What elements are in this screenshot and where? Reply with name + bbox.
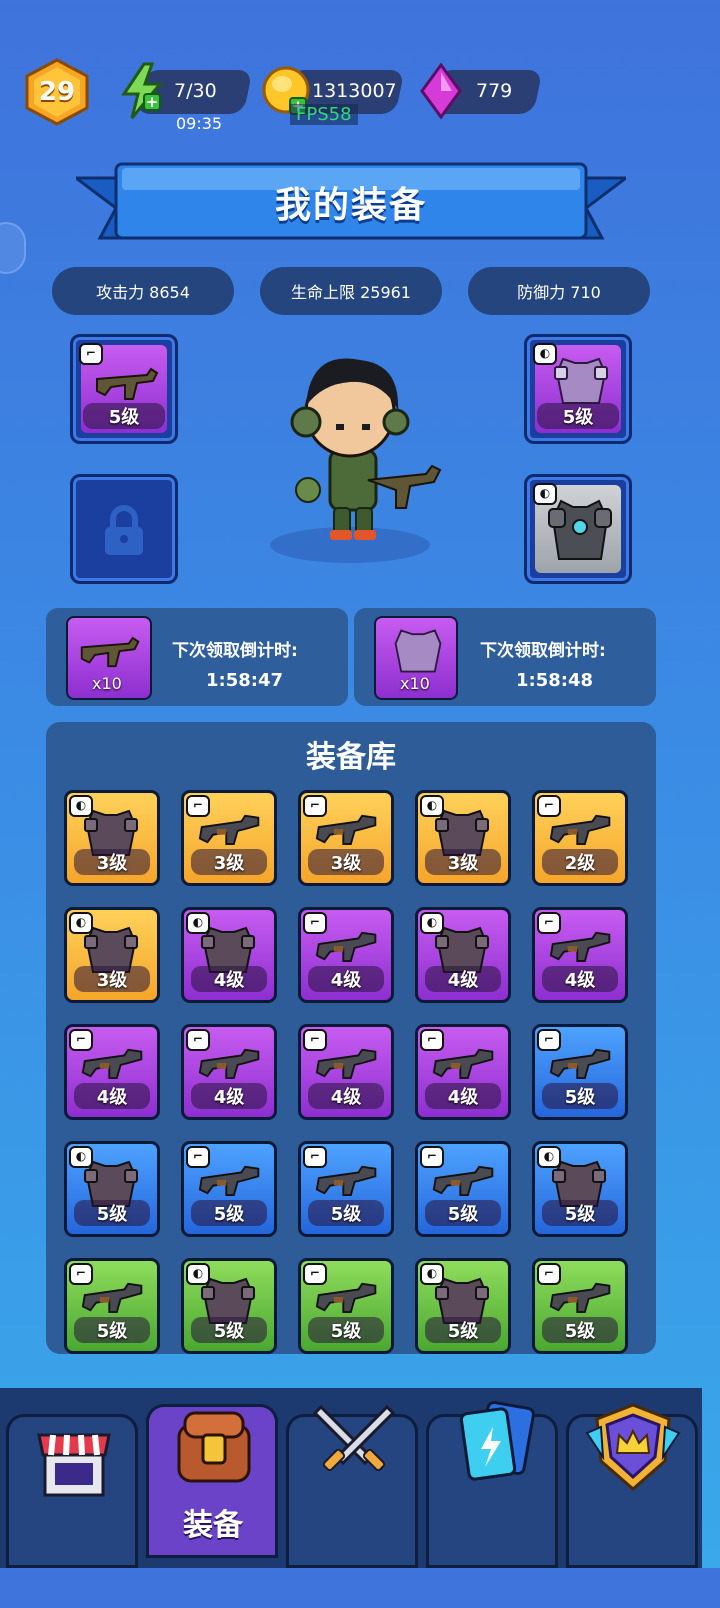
inventory-item-level: 2级 <box>542 849 618 875</box>
nav-rank[interactable] <box>566 1403 698 1568</box>
crown-shield-icon <box>585 1403 681 1491</box>
inventory-item[interactable]: ⌐ 5级 <box>415 1141 511 1237</box>
inventory-item-level: 5级 <box>542 1083 618 1109</box>
inventory-item-level: 4级 <box>191 1083 267 1109</box>
inventory-item[interactable]: ◐ 4级 <box>181 907 277 1003</box>
inventory-item-level: 5级 <box>191 1317 267 1343</box>
gold-count: 1313007 <box>312 80 397 102</box>
slot-armor-level: 5级 <box>537 403 619 429</box>
nav-cards[interactable] <box>426 1400 558 1568</box>
nav-equipment-label: 装备 <box>183 1508 243 1543</box>
smg-icon <box>80 636 140 668</box>
smg-icon <box>96 367 159 400</box>
inventory-item[interactable]: ⌐ 4级 <box>298 907 394 1003</box>
inventory-item-level: 5级 <box>542 1200 618 1226</box>
inventory-item-level: 4级 <box>74 1083 150 1109</box>
inventory-item-level: 3级 <box>74 849 150 875</box>
inventory-item[interactable]: ◐ 3级 <box>64 907 160 1003</box>
slot-armor[interactable]: ◐ 5级 <box>524 334 632 444</box>
stat-defense: 防御力 710 <box>468 267 650 315</box>
inventory-item-level: 3级 <box>308 849 384 875</box>
inventory-item[interactable]: ⌐ 5级 <box>298 1141 394 1237</box>
reward-weapon-title: 下次领取倒计时: <box>172 641 298 661</box>
cards-icon <box>459 1400 535 1481</box>
inventory-item-level: 5级 <box>308 1200 384 1226</box>
inventory-item[interactable]: ◐ 3级 <box>64 790 160 886</box>
gem-icon <box>420 62 462 120</box>
inventory-item-level: 3级 <box>191 849 267 875</box>
armor-vest-icon <box>554 357 608 404</box>
inventory-title: 装备库 <box>306 740 396 775</box>
inventory-item-level: 5级 <box>542 1317 618 1343</box>
inventory-item[interactable]: ◐ 5级 <box>532 1141 628 1237</box>
reward-weapon-box: x10 <box>66 616 152 700</box>
shop-icon <box>37 1433 111 1497</box>
chest-icon <box>177 1411 251 1483</box>
inventory-item-level: 4级 <box>425 966 501 992</box>
inventory-item[interactable]: ⌐ 4级 <box>415 1024 511 1120</box>
inventory-item[interactable]: ⌐ 5级 <box>298 1258 394 1354</box>
inventory-item[interactable]: ⌐ 3级 <box>298 790 394 886</box>
energy-timer: 09:35 <box>176 114 223 133</box>
inventory-item[interactable]: ⌐ 4级 <box>181 1024 277 1120</box>
slot-locked[interactable] <box>70 474 178 584</box>
inventory-item[interactable]: ◐ 4级 <box>415 907 511 1003</box>
reward-armor-timer: 1:58:48 <box>516 670 594 691</box>
inventory-item[interactable]: ⌐ 4级 <box>298 1024 394 1120</box>
svg-text:+: + <box>146 93 159 111</box>
inventory-item[interactable]: ⌐ 5级 <box>64 1258 160 1354</box>
player-level-badge[interactable]: 29 <box>24 58 90 126</box>
inventory-item-level: 3级 <box>74 966 150 992</box>
slot-weapon[interactable]: ⌐ 5级 <box>70 334 178 444</box>
reward-armor-box: x10 <box>374 616 458 700</box>
fps-counter: FPS58 <box>290 104 358 125</box>
inventory-item-level: 3级 <box>425 849 501 875</box>
reward-armor-title: 下次领取倒计时: <box>480 641 606 661</box>
energy-count: 7/30 <box>174 80 217 102</box>
inventory-item-level: 4级 <box>308 1083 384 1109</box>
gun-tag-icon: ⌐ <box>79 343 103 365</box>
reward-armor-count: x10 <box>400 674 430 693</box>
inventory-item[interactable]: ⌐ 4级 <box>64 1024 160 1120</box>
stat-max-hp: 生命上限 25961 <box>260 267 442 315</box>
side-drawer-handle[interactable] <box>0 222 26 274</box>
inventory-item-level: 5级 <box>191 1200 267 1226</box>
crossed-swords-icon <box>312 1404 396 1472</box>
armor-vest-icon <box>394 629 442 673</box>
slot-weapon-level: 5级 <box>83 403 165 429</box>
stat-attack: 攻击力 8654 <box>52 267 234 315</box>
energy-bolt-icon: + <box>121 62 164 119</box>
inventory-item[interactable]: ⌐ 5级 <box>181 1141 277 1237</box>
nav-shop[interactable] <box>6 1414 138 1568</box>
page-title: 我的装备 <box>274 185 427 226</box>
inventory-item-level: 5级 <box>425 1317 501 1343</box>
gem-count: 779 <box>476 80 513 102</box>
lock-icon <box>105 505 143 555</box>
inventory-item-level: 5级 <box>74 1317 150 1343</box>
reward-weapon-count: x10 <box>92 674 122 693</box>
inventory-item[interactable]: ⌐ 5级 <box>532 1024 628 1120</box>
player-level: 29 <box>38 77 76 107</box>
inventory-item[interactable]: ⌐ 2级 <box>532 790 628 886</box>
inventory-item-level: 4级 <box>425 1083 501 1109</box>
slot-heavy-armor[interactable]: ◐ <box>524 474 632 584</box>
inventory-item-level: 4级 <box>542 966 618 992</box>
inventory-item-level: 5级 <box>74 1200 150 1226</box>
inventory-item-level: 4级 <box>308 966 384 992</box>
inventory-item[interactable]: ⌐ 5级 <box>532 1258 628 1354</box>
reward-weapon-timer: 1:58:47 <box>206 670 284 691</box>
inventory-item-level: 4级 <box>191 966 267 992</box>
inventory-item-level: 5级 <box>308 1317 384 1343</box>
inventory-item[interactable]: ⌐ 3级 <box>181 790 277 886</box>
nav-battle[interactable] <box>286 1404 418 1568</box>
inventory-item[interactable]: ◐ 5级 <box>415 1258 511 1354</box>
inventory-item[interactable]: ◐ 3级 <box>415 790 511 886</box>
inventory-item[interactable]: ⌐ 4级 <box>532 907 628 1003</box>
inventory-item[interactable]: ◐ 5级 <box>181 1258 277 1354</box>
inventory-item-level: 5级 <box>425 1200 501 1226</box>
inventory-item[interactable]: ◐ 5级 <box>64 1141 160 1237</box>
hero-character <box>270 358 442 563</box>
heavy-armor-icon <box>548 499 612 560</box>
